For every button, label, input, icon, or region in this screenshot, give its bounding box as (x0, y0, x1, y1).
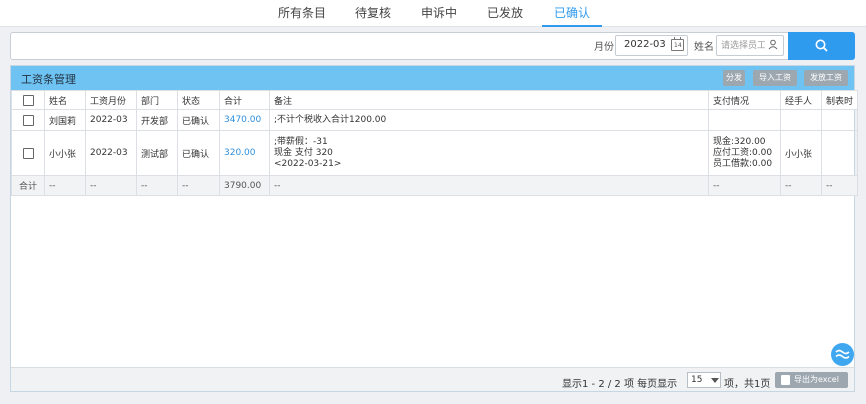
col-header-remark[interactable]: 备注 (269, 90, 709, 110)
cell-payment: 现金:320.00 应付工资:0.00 员工借款:0.00 (708, 130, 781, 176)
cell-remark: ;带薪假：-31 现金 支付 320 <2022-03-21> (269, 130, 709, 176)
table-row[interactable]: 刘国莉 2022-03 开发部 已确认 3470.00 ;不计个税收入合计120… (11, 109, 858, 131)
col-header-handler[interactable]: 经手人 (780, 90, 822, 110)
remark-line: ;带薪假：-31 (274, 136, 328, 147)
payslip-panel: 工资条管理 分发 导入工资 发放工资 姓名 工资月份 部门 状态 合计 备注 支… (10, 65, 858, 392)
cell-name: 小小张 (44, 130, 86, 176)
col-header-name[interactable]: 姓名 (44, 90, 86, 110)
row-checkbox[interactable] (22, 147, 34, 159)
export-excel-button[interactable]: 导出为excel (775, 372, 848, 388)
pagination-footer: 显示1 - 2 / 2 项 每页显示 15 项，共1页 导出为excel (11, 367, 854, 391)
total-sum: 3790.00 (219, 175, 270, 196)
pagination-pages: 项，共1页 (724, 379, 771, 390)
cell-dept: 测试部 (136, 130, 178, 176)
float-helper-icon (835, 349, 850, 359)
total-placeholder: -- (269, 175, 709, 196)
total-placeholder: -- (44, 175, 86, 196)
col-header-dept[interactable]: 部门 (136, 90, 178, 110)
cell-dept: 开发部 (136, 109, 178, 131)
name-label: 姓名 (694, 42, 714, 53)
panel-title: 工资条管理 (21, 73, 76, 86)
cell-status: 已确认 (177, 109, 220, 131)
month-value[interactable]: 2022-03 (624, 39, 666, 50)
col-header-total[interactable]: 合计 (219, 90, 270, 110)
calendar-icon[interactable]: 14 (671, 37, 684, 51)
tab-pending-review[interactable]: 待复核 (355, 6, 391, 27)
export-excel-label: 导出为excel (794, 375, 839, 384)
total-placeholder: -- (708, 175, 781, 196)
cell-created (821, 109, 858, 131)
total-label: 合计 (11, 175, 45, 196)
cell-total-link[interactable]: 320.00 (219, 130, 270, 176)
col-header-month[interactable]: 工资月份 (85, 90, 137, 110)
excel-icon (781, 375, 790, 385)
cell-total-link[interactable]: 3470.00 (219, 109, 270, 131)
col-header-payment[interactable]: 支付情况 (708, 90, 781, 110)
page-size-select[interactable]: 15 (687, 372, 721, 388)
payslip-table: 姓名 工资月份 部门 状态 合计 备注 支付情况 经手人 制表时 刘国莉 202… (11, 90, 858, 196)
search-button[interactable] (788, 32, 855, 60)
row-select-cell (11, 109, 45, 131)
page-size-value: 15 (691, 375, 703, 385)
cell-created (821, 130, 858, 176)
distribute-button[interactable]: 分发 (723, 70, 745, 86)
panel-header: 工资条管理 分发 导入工资 发放工资 (11, 66, 854, 90)
total-placeholder: -- (136, 175, 178, 196)
row-checkbox[interactable] (22, 114, 34, 126)
remark-line: ;不计个税收入合计1200.00 (274, 114, 387, 125)
cell-status: 已确认 (177, 130, 220, 176)
cell-handler (780, 109, 822, 131)
payment-line: 现金:320.00 (713, 136, 766, 147)
payment-line: 应付工资:0.00 (713, 147, 773, 158)
table-row[interactable]: 小小张 2022-03 测试部 已确认 320.00 ;带薪假：-31 现金 支… (11, 130, 858, 176)
remark-line: 现金 支付 320 (274, 147, 333, 158)
float-helper-button[interactable] (831, 343, 854, 366)
pagination-range: 显示1 - 2 / 2 项 每页显示 (562, 379, 678, 390)
table-header-row: 姓名 工资月份 部门 状态 合计 备注 支付情况 经手人 制表时 (11, 90, 858, 110)
month-label: 月份 (594, 42, 614, 53)
tab-appealing[interactable]: 申诉中 (421, 6, 457, 27)
search-icon (815, 39, 828, 52)
tab-issued[interactable]: 已发放 (487, 6, 523, 27)
cell-payment (708, 109, 781, 131)
total-placeholder: -- (780, 175, 822, 196)
total-placeholder: -- (85, 175, 137, 196)
person-icon[interactable] (768, 39, 779, 50)
row-select-cell (11, 130, 45, 176)
col-header-status[interactable]: 状态 (177, 90, 220, 110)
total-placeholder: -- (177, 175, 220, 196)
payment-line: 员工借款:0.00 (713, 158, 773, 169)
total-row: 合计 -- -- -- -- 3790.00 -- -- -- -- (11, 175, 858, 196)
tab-all-items[interactable]: 所有条目 (278, 6, 326, 27)
tab-confirmed[interactable]: 已确认 (542, 6, 603, 27)
total-placeholder: -- (821, 175, 858, 196)
chevron-down-icon (711, 378, 719, 383)
cell-month: 2022-03 (85, 109, 137, 131)
import-salary-button[interactable]: 导入工资 (753, 70, 797, 86)
cell-name: 刘国莉 (44, 109, 86, 131)
cell-month: 2022-03 (85, 130, 137, 176)
status-tabs: 所有条目 待复核 申诉中 已发放 已确认 (0, 0, 866, 27)
select-all-cell (11, 90, 45, 110)
issue-salary-button[interactable]: 发放工资 (804, 70, 848, 86)
cell-handler: 小小张 (780, 130, 822, 176)
col-header-created[interactable]: 制表时 (821, 90, 858, 110)
select-all-checkbox[interactable] (22, 94, 34, 106)
cell-remark: ;不计个税收入合计1200.00 (269, 109, 709, 131)
remark-line: <2022-03-21> (274, 158, 342, 169)
